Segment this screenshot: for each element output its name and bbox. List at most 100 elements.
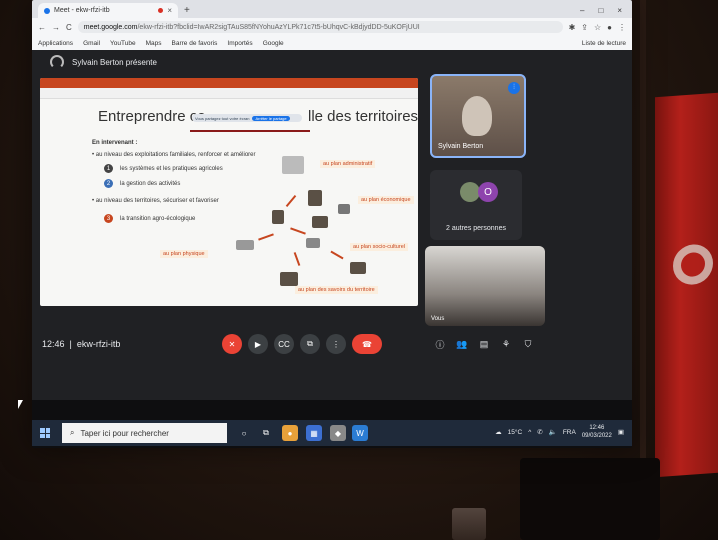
present-button[interactable]: ⧉ [300,334,320,354]
slide-intro: En intervenant : [92,140,138,146]
app-icon[interactable]: ◆ [330,425,346,441]
forward-icon[interactable]: → [52,23,60,32]
tab-title: Meet - ekw-rfzi-itb [54,7,110,14]
map-illustration [282,156,304,174]
slide-title-right: lle des territoires [308,108,418,125]
meeting-code: ekw-rfzi-itb [76,339,121,349]
taskbar-clock[interactable]: 12:46 09/03/2022 [582,424,612,440]
info-icon[interactable]: ⓘ [432,336,448,352]
meeting-time-code: 12:46 | ekw-rfzi-itb [42,339,121,349]
participant-name: Sylvain Berton [438,143,484,150]
temperature: 15°C [507,428,523,436]
number-badge-3: 3 [104,214,113,223]
taskbar-search[interactable]: ⌕ Taper ici pour rechercher [62,423,227,443]
close-window-button[interactable]: × [617,6,622,15]
captions-button[interactable]: CC [274,334,294,354]
search-placeholder: Taper ici pour rechercher [80,428,169,438]
url-host: meet.google.com [83,23,138,31]
participant-letter-avatar: O [478,182,498,202]
slide-item-1: les systèmes et les pratiques agricoles [120,166,223,172]
label-physique: au plan physique [160,250,208,258]
camera-button[interactable]: ▶ [248,334,268,354]
host-controls-icon[interactable]: ⛉ [520,336,536,352]
share-icon[interactable]: ⇪ [581,23,588,32]
chat-icon[interactable]: ▤ [476,336,492,352]
more-options-button[interactable]: ⋮ [326,334,346,354]
bookmark-youtube[interactable]: YouTube [110,40,136,47]
participant-tile-sylvain[interactable]: ⫶ Sylvain Berton [430,74,526,158]
self-label: Vous [431,316,445,322]
new-tab-button[interactable]: + [184,5,190,16]
cortana-icon[interactable]: ○ [236,425,252,441]
sharing-notice-text: Vous partagez tout votre écran [195,115,250,121]
water-glass [452,508,486,540]
arrow-4 [293,252,301,266]
bookmark-applications[interactable]: Applications [38,40,73,47]
windows-start-icon[interactable] [40,428,50,438]
presenting-icon [50,55,64,69]
close-tab-icon[interactable]: × [167,6,172,15]
minimize-button[interactable]: – [580,6,584,15]
self-view-tile[interactable]: Vous [425,246,545,326]
arrow-2 [290,227,306,235]
flag-emblem [673,243,713,286]
task-view-icon[interactable]: ⧉ [258,425,274,441]
tray-chevron-icon[interactable]: ^ [528,429,531,436]
word-icon[interactable]: W [352,425,368,441]
extension-icon[interactable]: ✱ [569,23,576,32]
window-controls: – □ × [580,6,632,15]
presenter-label: Sylvain Berton présente [72,57,157,67]
bookmark-maps[interactable]: Maps [146,40,162,47]
volume-icon[interactable]: 🔈 [549,428,557,436]
system-tray: ☁ 15°C ^ ✆ 🔈 FRA 12:46 09/03/2022 ▣ [495,424,624,440]
other-participants-tile[interactable]: O 2 autres personnes [430,170,522,240]
participant-photo-avatar [460,182,480,202]
shared-slide: Entreprendre co Vous partagez tout votre… [40,78,418,306]
calculator-icon[interactable]: ▦ [306,425,322,441]
url-field[interactable]: meet.google.com/ekw-rfzi-itb?fbclid=IwAR… [77,21,563,33]
field-illustration [306,238,320,248]
label-savoirs: au plan des savoirs du territoire [295,286,378,294]
slide-item-3: la transition agro-écologique [120,216,196,222]
activities-icon[interactable]: ⚘ [498,336,514,352]
mic-off-button[interactable]: ✕ [222,334,242,354]
back-icon[interactable]: ← [38,23,46,32]
label-admin: au plan administratif [320,160,376,168]
bookmark-google[interactable]: Google [263,40,284,47]
reload-icon[interactable]: C [66,23,72,32]
browser-tab-meet[interactable]: Meet - ekw-rfzi-itb × [38,3,178,18]
tree-illustration [308,190,322,206]
bookmark-favoris[interactable]: Barre de favoris [172,40,218,47]
reading-list-button[interactable]: Liste de lecture [582,40,626,47]
arrow-1 [285,194,297,208]
others-label: 2 autres personnes [446,225,506,232]
menu-icon[interactable]: ⋮ [618,23,626,32]
people-icon[interactable]: 👥 [454,336,470,352]
bookmarks-bar: Applications Gmail YouTube Maps Barre de… [32,36,632,51]
stop-sharing-button[interactable]: Arrêter le partage [252,115,290,121]
bookmark-importes[interactable]: Importés [227,40,252,47]
notifications-icon[interactable]: ▣ [618,428,624,436]
clock-date: 09/03/2022 [581,433,612,439]
tunisian-flag [655,92,718,478]
label-socio: au plan socio-culturel [350,243,408,251]
slide-app-ribbon [40,78,418,88]
hangup-button[interactable]: ☎ [352,334,382,354]
profile-avatar[interactable]: ● [607,23,612,32]
meeting-time: 12:46 [42,339,65,349]
meet-control-bar: 12:46 | ekw-rfzi-itb ✕ ▶ CC ⧉ ⋮ ☎ ⓘ 👥 ▤ … [32,328,632,360]
maximize-button[interactable]: □ [598,6,603,15]
label-eco: au plan économique [358,196,414,204]
land-illustration [236,240,254,250]
bookmark-gmail[interactable]: Gmail [83,40,100,47]
arrow-5 [330,250,344,260]
star-icon[interactable]: ☆ [594,23,601,32]
slide-bullet-1: • au niveau des exploitations familiales… [92,152,256,158]
recording-indicator-icon [158,8,164,13]
search-icon: ⌕ [70,428,75,437]
participant-video [462,96,492,136]
slide-item-2: la gestion des activités [120,181,181,187]
network-icon[interactable]: ✆ [537,428,542,436]
language-indicator[interactable]: FRA [563,429,576,436]
chrome-icon[interactable]: ● [282,425,298,441]
